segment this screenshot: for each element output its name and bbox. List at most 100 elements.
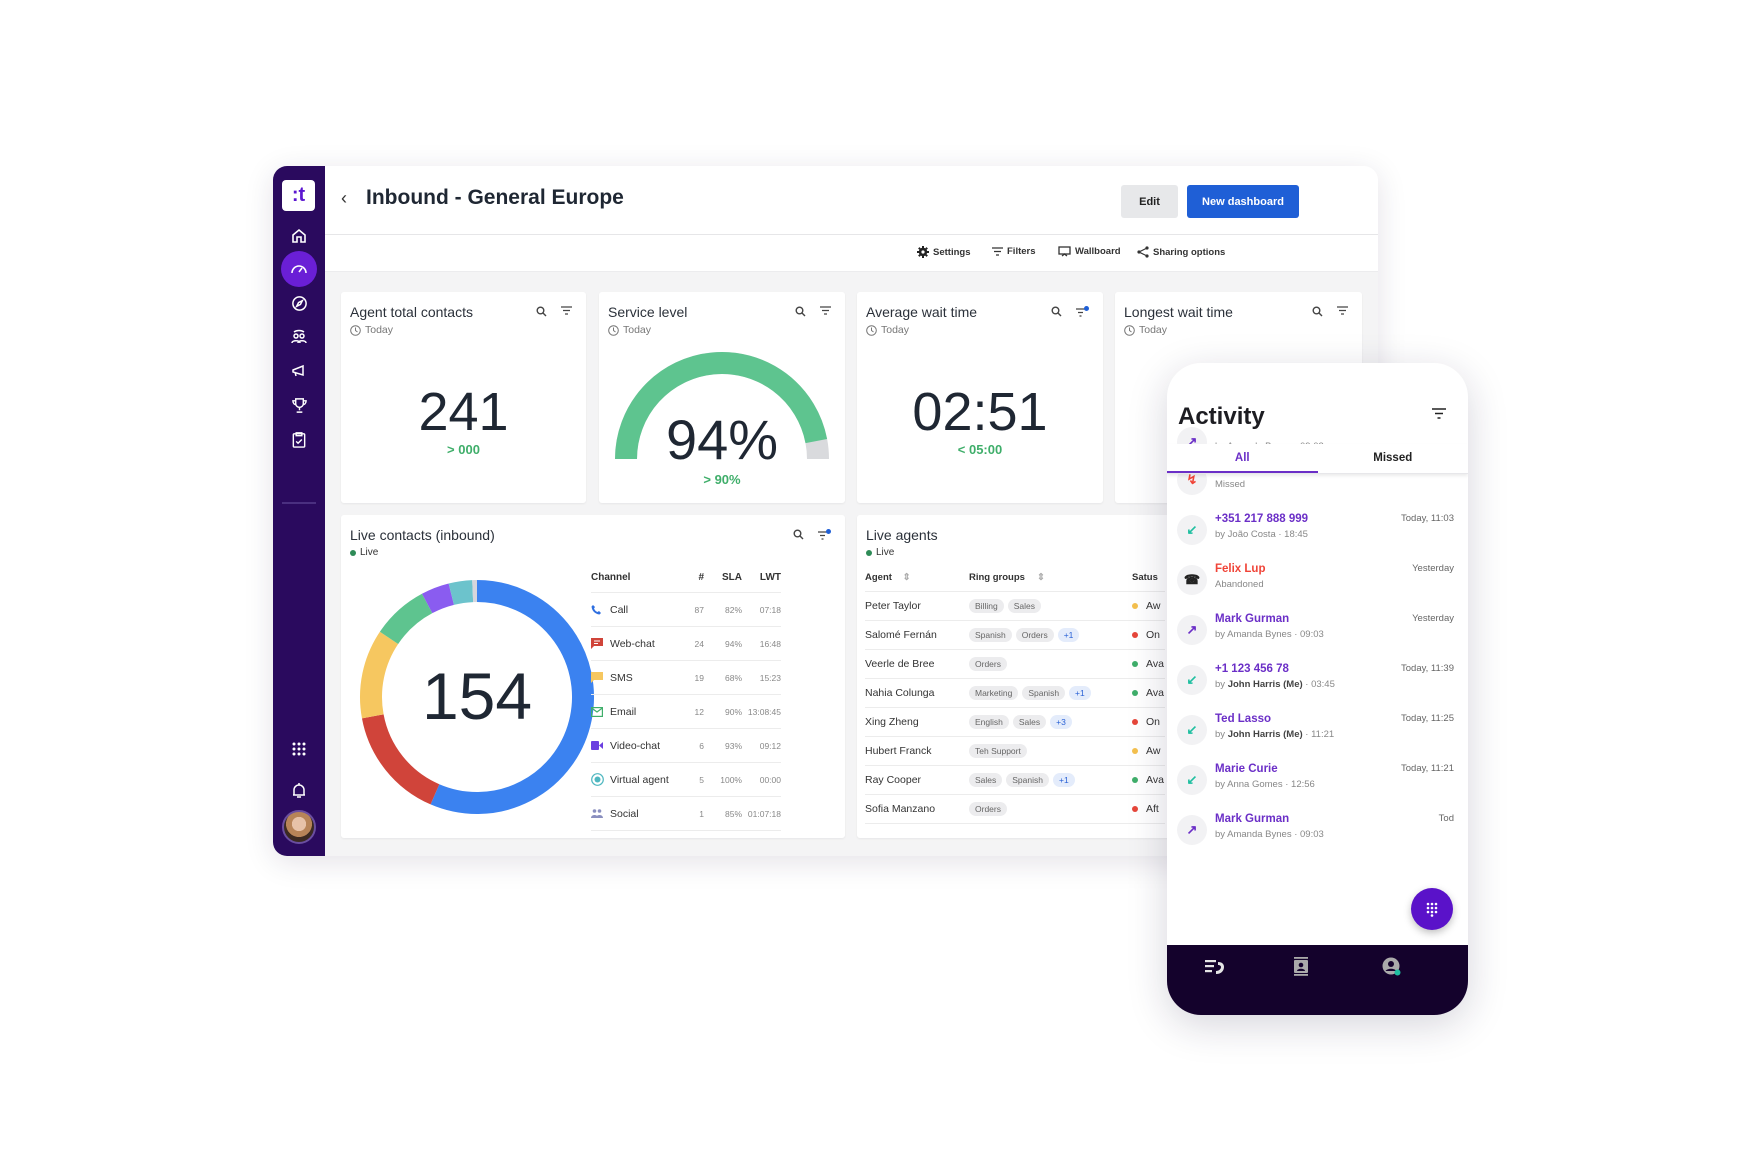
channel-sla: 82% <box>724 604 742 615</box>
compass-icon <box>291 295 307 311</box>
activity-time: Tod <box>1438 813 1454 824</box>
activity-item[interactable]: ↙ +351 217 888 999 by João Costa · 18:45 To… <box>1177 511 1454 559</box>
search-icon[interactable] <box>1312 306 1323 317</box>
call-outbound-icon: ↗ <box>1177 615 1207 645</box>
activity-item[interactable]: ↗ Mark Gurman by Amanda Bynes · 09:03 Tod <box>1177 811 1454 859</box>
channel-row[interactable]: Call 87 82% 07:18 <box>591 593 781 627</box>
gear-icon <box>917 246 929 258</box>
filter-icon[interactable] <box>1432 408 1446 419</box>
agent-row[interactable]: Sofia Manzano Orders Aft <box>865 795 1165 824</box>
activity-time: Yesterday <box>1412 563 1454 574</box>
activity-tabs: All Missed <box>1167 444 1468 474</box>
avatar[interactable] <box>282 810 316 844</box>
activity-sub-text: Abandoned <box>1215 579 1264 590</box>
dialpad-button[interactable] <box>1411 888 1453 930</box>
activity-contact: Ted Lasso <box>1215 713 1272 725</box>
agent-name: Hubert Franck <box>865 745 932 757</box>
ring-groups: Teh Support <box>969 744 1132 758</box>
period-label: Today <box>365 324 394 336</box>
status-label: Ava <box>1146 774 1164 786</box>
ring-groups: Billing Sales <box>969 599 1132 613</box>
status-dot <box>1132 661 1138 667</box>
channel-count: 5 <box>699 774 704 785</box>
channel-row[interactable]: Virtual agent 5 100% 00:00 <box>591 763 781 797</box>
activity-item[interactable]: ↙ +1 123 456 78 by John Harris (Me) · 03:4… <box>1177 661 1454 709</box>
bell-icon <box>293 782 305 798</box>
call-icon <box>591 604 604 615</box>
activity-details: by John Harris (Me) · 11:21 <box>1215 729 1334 740</box>
wallboard-button[interactable]: Wallboard <box>1058 246 1121 257</box>
activity-item[interactable]: ↙ Marie Curie by Anna Gomes · 12:56 Today, … <box>1177 761 1454 809</box>
notifications-button[interactable] <box>281 772 317 808</box>
search-icon[interactable] <box>1051 306 1062 317</box>
filter-icon[interactable] <box>1337 306 1348 315</box>
activity-sub-text: by <box>1215 679 1228 690</box>
agent-row[interactable]: Xing Zheng English Sales +3 On <box>865 708 1165 737</box>
channel-lwt: 09:12 <box>759 740 781 751</box>
filter-active-icon[interactable] <box>1076 306 1089 317</box>
agent-name: Veerle de Bree <box>865 658 935 670</box>
settings-button[interactable]: Settings <box>917 246 970 258</box>
live-status: Live <box>866 547 894 558</box>
metric-value: 02:51 <box>912 382 1048 442</box>
filter-active-icon[interactable] <box>818 529 831 540</box>
sidebar-item-home[interactable] <box>281 218 317 254</box>
sidebar-item-leaderboards[interactable] <box>281 387 317 423</box>
filter-icon[interactable] <box>820 306 831 315</box>
activity-time: Today, 11:21 <box>1401 763 1454 774</box>
channel-row[interactable]: Web-chat 24 94% 16:48 <box>591 627 781 661</box>
channel-row[interactable]: Video-chat 6 93% 09:12 <box>591 729 781 763</box>
agent-row[interactable]: Veerle de Bree Orders Ava <box>865 650 1165 679</box>
agent-row[interactable]: Peter Taylor Billing Sales Aw <box>865 592 1165 621</box>
agent-row[interactable]: Hubert Franck Teh Support Aw <box>865 737 1165 766</box>
sidebar-item-tasks[interactable] <box>281 421 317 457</box>
nav-profile[interactable] <box>1382 957 1402 982</box>
sidebar-item-explore[interactable] <box>281 285 317 321</box>
sidebar-item-teams[interactable] <box>281 319 317 355</box>
channel-name: Video-chat <box>610 739 661 752</box>
live-dot <box>866 549 872 556</box>
activity-item[interactable]: ☎ Felix Lup Abandoned Yesterday <box>1177 561 1454 609</box>
tab-all[interactable]: All <box>1167 444 1318 473</box>
channel-cell: Call <box>591 604 686 616</box>
col-agent-sortable[interactable]: Agent ⇕ <box>865 572 969 583</box>
clock-icon <box>1124 324 1135 336</box>
status-label: Aw <box>1146 745 1161 757</box>
status-label: Ava <box>1146 687 1164 699</box>
apps-grid-button[interactable] <box>281 731 317 767</box>
sidebar-item-campaigns[interactable] <box>281 353 317 389</box>
agent-row[interactable]: Nahia Colunga Marketing Spanish +1 Ava <box>865 679 1165 708</box>
search-icon[interactable] <box>793 529 804 540</box>
ring-groups: Marketing Spanish +1 <box>969 686 1132 700</box>
ring-group-more-tag[interactable]: +1 <box>1069 686 1091 700</box>
back-chevron-icon[interactable]: ‹ <box>341 188 347 209</box>
col-ring-groups-sortable[interactable]: Ring groups ⇕ <box>969 572 1132 583</box>
ring-group-more-tag[interactable]: +1 <box>1057 628 1080 642</box>
sidebar-item-dashboards[interactable] <box>281 251 317 287</box>
search-icon[interactable] <box>795 306 806 317</box>
ring-group-more-tag[interactable]: +1 <box>1052 773 1075 787</box>
sharing-options-button[interactable]: Sharing options <box>1137 246 1225 258</box>
channel-row[interactable]: SMS 19 68% 15:23 <box>591 661 781 695</box>
tab-missed[interactable]: Missed <box>1318 444 1469 473</box>
status-label: On <box>1146 716 1161 728</box>
channel-row[interactable]: Email 12 90% 13:08:45 <box>591 695 781 729</box>
channel-row[interactable]: Social 1 85% 01:07:18 <box>591 797 781 831</box>
widget-actions <box>793 529 831 540</box>
ring-group-tag: Spanish <box>1022 686 1066 700</box>
edit-button[interactable]: Edit <box>1121 185 1178 218</box>
clock-icon <box>866 324 877 336</box>
filter-icon[interactable] <box>561 306 572 315</box>
agent-row[interactable]: Salomé Fernán Spanish Orders +1 On <box>865 621 1165 650</box>
search-icon[interactable] <box>536 306 547 317</box>
filter-icon <box>992 247 1003 256</box>
activity-item[interactable]: ↙ Ted Lasso by John Harris (Me) · 11:21 Tod… <box>1177 711 1454 759</box>
agent-row[interactable]: Ray Cooper Sales Spanish +1 Ava <box>865 766 1165 795</box>
filters-button[interactable]: Filters <box>992 246 1036 257</box>
activity-item[interactable]: ↗ Mark Gurman by Amanda Bynes · 09:03 Yeste… <box>1177 611 1454 659</box>
nav-contacts[interactable] <box>1293 957 1309 981</box>
ring-group-more-tag[interactable]: +3 <box>1050 715 1072 729</box>
nav-activity[interactable] <box>1205 959 1225 980</box>
app-logo[interactable]: :t <box>282 180 315 211</box>
new-dashboard-button[interactable]: New dashboard <box>1187 185 1299 218</box>
